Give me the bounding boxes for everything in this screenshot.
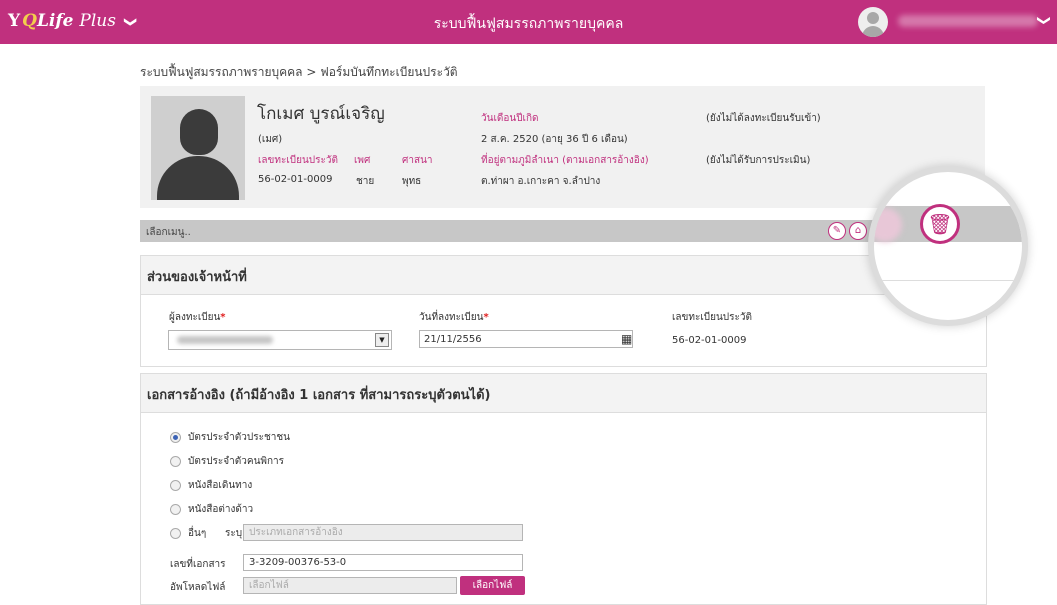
- officer-section: ส่วนของเจ้าหน้าที่: [140, 255, 987, 367]
- religion-label: ศาสนา: [402, 155, 433, 166]
- reference-docs-header: เอกสารอ้างอิง (ถ้ามีอ้างอิง 1 เอกสาร ที่…: [141, 374, 986, 413]
- chevron-down-icon[interactable]: ▼: [375, 333, 389, 347]
- reference-docs-title: เอกสารอ้างอิง (ถ้ามีอ้างอิง 1 เอกสาร ที่…: [147, 388, 491, 403]
- gender-value: ชาย: [356, 176, 375, 187]
- reference-docs-section: เอกสารอ้างอิง (ถ้ามีอ้างอิง 1 เอกสาร ที่…: [140, 373, 987, 605]
- home-icon[interactable]: ⌂: [849, 222, 867, 240]
- user-menu-chevron-icon[interactable]: ❯: [1036, 15, 1051, 26]
- birth-label: วันเดือนปีเกิด: [481, 113, 539, 124]
- doc-no-label: เลขที่เอกสาร: [170, 559, 226, 570]
- breadcrumb: ระบบฟื้นฟูสมรรถภาพรายบุคคล > ฟอร์มบันทึก…: [140, 65, 458, 79]
- calendar-icon[interactable]: ▦: [621, 332, 632, 346]
- magnifier-overlay: 🗑: [868, 166, 1028, 326]
- radio-id-card[interactable]: [170, 432, 181, 443]
- religion-value: พุทธ: [402, 176, 422, 187]
- reg-no-value: 56-02-01-0009: [258, 174, 333, 185]
- user-avatar[interactable]: [858, 7, 888, 37]
- profile-name: โกเมศ บูรณ์เจริญ: [257, 104, 385, 124]
- assessment-status: (ยังไม่ได้รับการประเมิน): [706, 155, 811, 166]
- officer-section-header: ส่วนของเจ้าหน้าที่: [141, 256, 986, 295]
- doc-no-input[interactable]: 3-3209-00376-53-0: [243, 554, 523, 571]
- birth-value: 2 ส.ค. 2520 (อายุ 36 ปี 6 เดือน): [481, 134, 628, 145]
- register-date-input[interactable]: 21/11/2556: [419, 330, 633, 348]
- specify-label: ระบุ: [225, 528, 243, 539]
- menu-select-placeholder[interactable]: เลือกเมนู..: [146, 225, 191, 240]
- radio-other[interactable]: [170, 528, 181, 539]
- gender-label: เพศ: [354, 155, 371, 166]
- option-alien-document[interactable]: หนังสือต่างด้าว: [188, 502, 253, 517]
- register-date-label: วันที่ลงทะเบียน*: [419, 312, 489, 323]
- profile-photo: [151, 96, 245, 200]
- choose-file-button[interactable]: เลือกไฟล์: [460, 576, 525, 595]
- reg-no-label: เลขทะเบียนประวัติ: [258, 155, 339, 166]
- radio-passport[interactable]: [170, 480, 181, 491]
- profile-nickname: (เมศ): [258, 134, 283, 145]
- top-bar: Y QLife Plus ❯ ระบบฟื้นฟูสมรรถภาพรายบุคคล…: [0, 0, 1057, 44]
- specify-doc-type-input[interactable]: ประเภทเอกสารอ้างอิง: [243, 524, 523, 541]
- upload-label: อัพโหลดไฟล์: [170, 582, 226, 593]
- menu-bar[interactable]: เลือกเมนู.. ✎ ⌂: [140, 220, 985, 242]
- option-passport[interactable]: หนังสือเดินทาง: [188, 478, 252, 493]
- radio-alien-document[interactable]: [170, 504, 181, 515]
- officer-reg-no-value: 56-02-01-0009: [672, 335, 747, 346]
- address-value: ต.ท่าผา อ.เกาะคา จ.ลำปาง: [481, 176, 601, 187]
- radio-disability-card[interactable]: [170, 456, 181, 467]
- officer-reg-no-label: เลขทะเบียนประวัติ: [672, 312, 753, 323]
- profile-card: โกเมศ บูรณ์เจริญ (เมศ) เลขทะเบียนประวัติ…: [140, 86, 985, 208]
- upload-file-input[interactable]: เลือกไฟล์: [243, 577, 457, 594]
- admission-status: (ยังไม่ได้ลงทะเบียนรับเข้า): [706, 113, 821, 124]
- user-name-blurred[interactable]: [898, 15, 1038, 27]
- registrar-label: ผู้ลงทะเบียน*: [169, 312, 226, 323]
- option-other[interactable]: อื่นๆ: [188, 526, 206, 541]
- option-disability-card[interactable]: บัตรประจำตัวคนพิการ: [188, 454, 284, 469]
- edit-icon[interactable]: ✎: [828, 222, 846, 240]
- option-id-card[interactable]: บัตรประจำตัวประชาชน: [188, 430, 290, 445]
- registrar-select[interactable]: ▼: [168, 330, 392, 350]
- address-label: ที่อยู่ตามภูมิลำเนา (ตามเอกสารอ้างอิง): [481, 155, 649, 166]
- delete-icon[interactable]: 🗑: [920, 204, 960, 244]
- officer-section-title: ส่วนของเจ้าหน้าที่: [147, 270, 247, 285]
